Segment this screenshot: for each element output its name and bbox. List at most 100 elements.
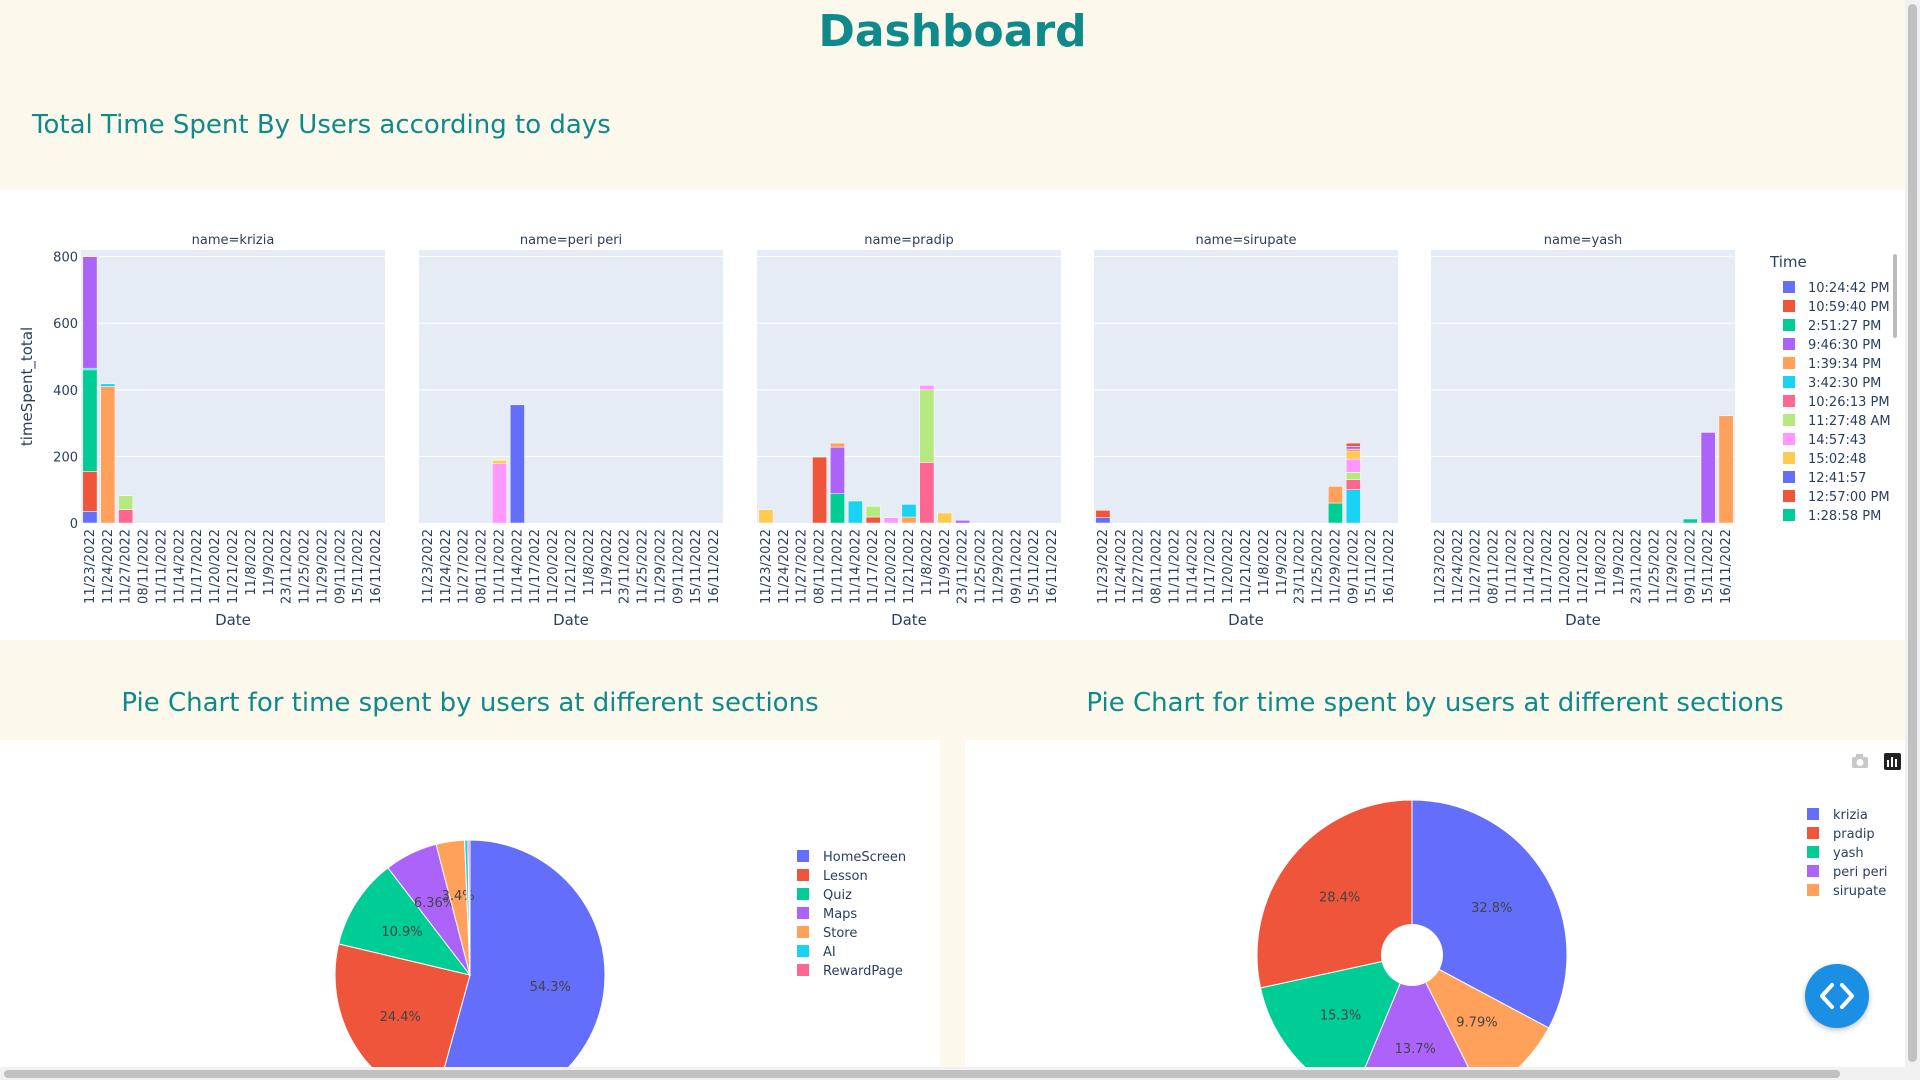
legend-entry[interactable]: AI bbox=[823, 945, 836, 960]
bar-segment[interactable] bbox=[919, 384, 935, 391]
legend-entry[interactable]: 11:27:48 AM bbox=[1808, 414, 1891, 429]
bar-segment[interactable] bbox=[1345, 448, 1361, 453]
legend-entry[interactable]: sirupate bbox=[1833, 884, 1886, 899]
legend-entry[interactable]: 14:57:43 bbox=[1808, 433, 1866, 448]
bar-segment[interactable] bbox=[118, 509, 134, 524]
bar-segment[interactable] bbox=[1095, 510, 1111, 518]
plotly-logo-icon[interactable] bbox=[1884, 753, 1901, 770]
bar-segment[interactable] bbox=[901, 504, 917, 518]
bar-segment[interactable] bbox=[82, 511, 98, 524]
legend-swatch[interactable] bbox=[1783, 395, 1795, 407]
legend-swatch[interactable] bbox=[1783, 338, 1795, 350]
legend-swatch[interactable] bbox=[1783, 319, 1795, 331]
legend-entry[interactable]: 1:39:34 PM bbox=[1808, 357, 1881, 372]
bar-segment[interactable] bbox=[901, 516, 917, 524]
legend-entry[interactable]: 10:59:40 PM bbox=[1808, 300, 1890, 315]
bar-segment[interactable] bbox=[1345, 442, 1361, 447]
legend-swatch[interactable] bbox=[1783, 414, 1795, 426]
horizontal-scrollbar[interactable] bbox=[0, 1067, 1905, 1080]
legend-entry[interactable]: 15:02:48 bbox=[1808, 452, 1866, 467]
legend-entry[interactable]: 12:57:00 PM bbox=[1808, 490, 1890, 505]
legend-swatch[interactable] bbox=[1783, 376, 1795, 388]
legend-swatch[interactable] bbox=[797, 945, 809, 957]
camera-icon[interactable] bbox=[1852, 754, 1868, 768]
bar-segment[interactable] bbox=[1345, 472, 1361, 480]
bar-segment[interactable] bbox=[1682, 518, 1698, 524]
bar-segment[interactable] bbox=[830, 493, 845, 524]
bar-segment[interactable] bbox=[509, 404, 525, 524]
bar-segment[interactable] bbox=[812, 456, 827, 524]
vertical-scrollbar[interactable] bbox=[1905, 0, 1920, 1080]
legend-swatch[interactable] bbox=[1783, 300, 1795, 312]
bar-segment[interactable] bbox=[937, 512, 953, 524]
bar-segment[interactable] bbox=[82, 369, 98, 472]
bar-segment[interactable] bbox=[1328, 486, 1343, 504]
legend-swatch[interactable] bbox=[1783, 357, 1795, 369]
code-toggle-button[interactable] bbox=[1805, 964, 1869, 1028]
legend-entry[interactable]: 2:51:27 PM bbox=[1808, 319, 1881, 334]
vertical-scroll-thumb[interactable] bbox=[1908, 4, 1917, 1062]
bar-segment[interactable] bbox=[1718, 415, 1734, 524]
legend-entry[interactable]: 3:42:30 PM bbox=[1808, 376, 1881, 391]
legend-swatch[interactable] bbox=[797, 926, 809, 938]
bar-segment[interactable] bbox=[100, 383, 116, 387]
legend-swatch[interactable] bbox=[1783, 490, 1795, 502]
legend-entry[interactable]: Store bbox=[823, 926, 857, 941]
legend-entry[interactable]: pradip bbox=[1833, 827, 1875, 842]
legend-swatch[interactable] bbox=[1783, 452, 1795, 464]
legend-entry[interactable]: 10:24:42 PM bbox=[1808, 281, 1890, 296]
legend-swatch[interactable] bbox=[1783, 281, 1795, 293]
bar-segment[interactable] bbox=[847, 500, 863, 524]
legend-swatch[interactable] bbox=[1807, 808, 1819, 820]
bar-segment[interactable] bbox=[1345, 451, 1361, 460]
bar-segment[interactable] bbox=[1345, 458, 1361, 473]
legend-swatch[interactable] bbox=[1783, 433, 1795, 445]
legend-entry[interactable]: 12:41:57 bbox=[1808, 471, 1866, 486]
bar-segment[interactable] bbox=[919, 462, 935, 524]
legend-entry[interactable]: RewardPage bbox=[823, 964, 903, 979]
legend-swatch[interactable] bbox=[1783, 471, 1795, 483]
bar-segment[interactable] bbox=[830, 442, 845, 448]
legend-swatch[interactable] bbox=[797, 850, 809, 862]
bar-segment[interactable] bbox=[1095, 517, 1111, 524]
bar-segment[interactable] bbox=[919, 389, 935, 463]
legend-swatch[interactable] bbox=[797, 964, 809, 976]
legend-swatch[interactable] bbox=[1807, 884, 1819, 896]
bar-segment[interactable] bbox=[883, 517, 899, 524]
bar-segment[interactable] bbox=[830, 446, 845, 494]
bar-segment[interactable] bbox=[865, 516, 881, 524]
legend-entry[interactable]: Lesson bbox=[823, 869, 868, 884]
bar-segment[interactable] bbox=[1345, 479, 1361, 490]
bar-segment[interactable] bbox=[492, 460, 507, 464]
bar-segment[interactable] bbox=[1345, 489, 1361, 524]
legend-swatch[interactable] bbox=[1783, 509, 1795, 521]
legend-entry[interactable]: yash bbox=[1833, 846, 1864, 861]
legend-entry[interactable]: 1:28:58 PM bbox=[1808, 509, 1881, 524]
legend-swatch[interactable] bbox=[1807, 827, 1819, 839]
bar-segment[interactable] bbox=[865, 506, 881, 518]
bar-segment[interactable] bbox=[955, 520, 971, 524]
legend-entry[interactable]: Maps bbox=[823, 907, 857, 922]
bar-segment[interactable] bbox=[82, 471, 98, 512]
legend-swatch[interactable] bbox=[797, 869, 809, 881]
legend-entry[interactable]: krizia bbox=[1833, 808, 1868, 823]
horizontal-scroll-thumb[interactable] bbox=[4, 1070, 1840, 1078]
bar-segment[interactable] bbox=[118, 495, 134, 510]
bar-segment[interactable] bbox=[1700, 432, 1716, 524]
bar-segment[interactable] bbox=[492, 463, 507, 524]
legend-entry[interactable]: HomeScreen bbox=[823, 850, 906, 865]
legend-swatch[interactable] bbox=[1807, 865, 1819, 877]
legend-swatch[interactable] bbox=[797, 907, 809, 919]
legend-scrollbar[interactable] bbox=[1893, 254, 1897, 338]
bar-segment[interactable] bbox=[1328, 502, 1343, 524]
legend-entry[interactable]: 9:46:30 PM bbox=[1808, 338, 1881, 353]
legend-entry[interactable]: Quiz bbox=[823, 888, 852, 903]
legend-entry[interactable]: 10:26:13 PM bbox=[1808, 395, 1890, 410]
bar-segment[interactable] bbox=[758, 509, 774, 524]
legend-entry[interactable]: peri peri bbox=[1833, 865, 1888, 880]
bar-segment[interactable] bbox=[100, 386, 116, 524]
bar-segment[interactable] bbox=[82, 256, 98, 369]
legend-swatch[interactable] bbox=[797, 888, 809, 900]
bar-segment[interactable] bbox=[1345, 446, 1361, 450]
legend-swatch[interactable] bbox=[1807, 846, 1819, 858]
